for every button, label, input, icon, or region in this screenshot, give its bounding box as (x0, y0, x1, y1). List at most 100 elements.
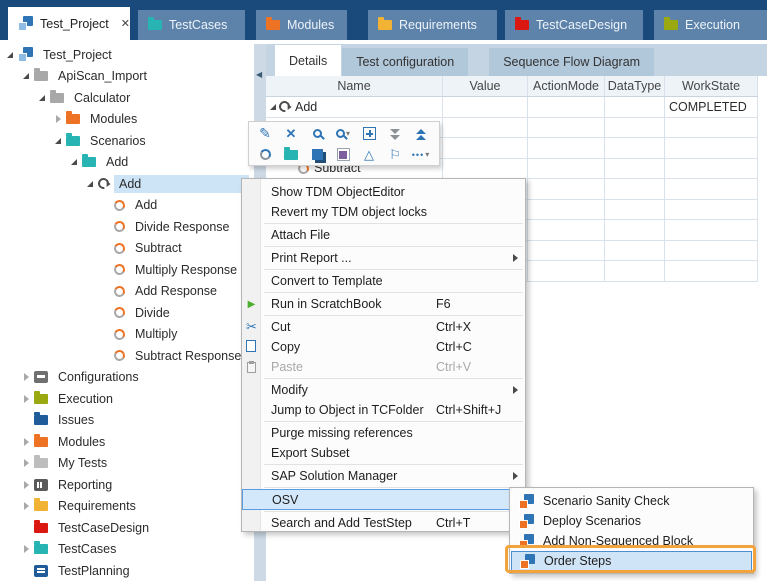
submenu-item-scenario-sanity-check[interactable]: Scenario Sanity Check (510, 491, 753, 511)
tree-row-multiply[interactable]: Multiply (0, 324, 252, 346)
tree-row-subtract-response[interactable]: Subtract Response (0, 345, 252, 367)
menu-item-export-subset[interactable]: Export Subset (242, 443, 525, 463)
folder-icon (266, 20, 280, 30)
tree-row-divide-response[interactable]: Divide Response (0, 216, 252, 238)
more-options-icon[interactable]: •••▾ (408, 145, 434, 165)
menu-separator (264, 269, 523, 270)
menu-item-paste[interactable]: Paste Ctrl+V (242, 357, 525, 377)
menu-item-revert-tdm-locks[interactable]: Revert my TDM object locks (242, 202, 525, 222)
tree-row-testcases[interactable]: TestCases (0, 539, 252, 561)
expand-closed-icon[interactable] (20, 545, 32, 553)
tree-row-execution[interactable]: Execution (0, 388, 252, 410)
menu-item-search-and-add-teststep[interactable]: Search and Add TestStep Ctrl+T (242, 513, 525, 533)
submenu-item-deploy-scenarios[interactable]: Deploy Scenarios (510, 511, 753, 531)
expand-closed-icon[interactable] (20, 395, 32, 403)
refresh-icon (113, 285, 126, 298)
cell-value (443, 97, 528, 117)
expand-open-icon[interactable] (68, 159, 80, 165)
expand-open-icon[interactable] (84, 181, 96, 187)
menu-item-jump-to-object[interactable]: Jump to Object in TCFolder Ctrl+Shift+J (242, 400, 525, 420)
menu-item-convert-to-template[interactable]: Convert to Template (242, 271, 525, 291)
tree-row-my-tests[interactable]: My Tests (0, 453, 252, 475)
tree-row-add-selected[interactable]: Add (0, 173, 252, 195)
menu-item-show-tdm-objecteditor[interactable]: Show TDM ObjectEditor (242, 182, 525, 202)
column-header-workstate[interactable]: WorkState (665, 76, 758, 96)
tree-row-scenarios[interactable]: Scenarios (0, 130, 252, 152)
window-tab-testcasedesign[interactable]: TestCaseDesign (505, 10, 643, 40)
tab-test-configuration[interactable]: Test configuration (342, 48, 468, 76)
window-tab-execution[interactable]: Execution (654, 10, 767, 40)
expand-open-icon[interactable] (36, 95, 48, 101)
tree-row-subtract[interactable]: Subtract (0, 238, 252, 260)
search-dropdown-icon[interactable]: ▾ (330, 124, 356, 144)
expand-closed-icon[interactable] (20, 502, 32, 510)
tree-row-label: Calculator (69, 89, 135, 107)
expand-closed-icon[interactable] (52, 115, 64, 123)
tree-row-testplanning[interactable]: TestPlanning (0, 560, 252, 581)
tree-row-add-folder[interactable]: Add (0, 152, 252, 174)
expand-open-icon[interactable] (270, 104, 276, 110)
close-tab-icon[interactable]: ✕ (121, 17, 130, 30)
embedded-module-icon[interactable] (330, 145, 356, 165)
window-tab-requirements[interactable]: Requirements (368, 10, 497, 40)
column-header-name[interactable]: Name (266, 76, 443, 96)
delete-icon[interactable]: ✕ (278, 124, 304, 144)
table-row-add[interactable]: Add COMPLETED (266, 97, 758, 118)
submenu-item-add-non-sequenced-block[interactable]: Add Non-Sequenced Block (510, 531, 753, 551)
expand-closed-icon[interactable] (20, 373, 32, 381)
collapse-all-icon[interactable] (382, 124, 408, 144)
expand-open-icon[interactable] (20, 73, 32, 79)
tree-row-apiscan-import[interactable]: ApiScan_Import (0, 66, 252, 88)
menu-item-osv[interactable]: OSV (242, 489, 525, 510)
redo-icon (96, 176, 111, 191)
tree-row-configurations[interactable]: Configurations (0, 367, 252, 389)
menu-item-attach-file[interactable]: Attach File (242, 225, 525, 245)
menu-item-print-report[interactable]: Print Report ... (242, 248, 525, 268)
tree-row-modules[interactable]: Modules (0, 109, 252, 131)
expand-closed-icon[interactable] (20, 438, 32, 446)
tree-row-label: Subtract (130, 239, 187, 257)
submenu-item-order-steps[interactable]: Order Steps (511, 551, 752, 571)
expand-all-icon[interactable] (408, 124, 434, 144)
expand-closed-icon[interactable] (20, 459, 32, 467)
tree-row-add-response[interactable]: Add Response (0, 281, 252, 303)
tree-row-modules-root[interactable]: Modules (0, 431, 252, 453)
tree-row-calculator[interactable]: Calculator (0, 87, 252, 109)
tree-row-divide[interactable]: Divide (0, 302, 252, 324)
window-tab-testcases[interactable]: TestCases (138, 10, 245, 40)
column-header-actionmode[interactable]: ActionMode (528, 76, 605, 96)
edit-icon[interactable]: ✎ (252, 124, 278, 144)
tree-row-test-project[interactable]: Test_Project (0, 44, 252, 66)
window-tab-modules[interactable]: Modules (256, 10, 347, 40)
tree-row-testcasedesign[interactable]: TestCaseDesign (0, 517, 252, 539)
menu-item-cut[interactable]: ✂ Cut Ctrl+X (242, 317, 525, 337)
tree-row-add-step[interactable]: Add (0, 195, 252, 217)
menu-item-purge-missing-references[interactable]: Purge missing references (242, 423, 525, 443)
window-tab-test-project[interactable]: Test_Project ✕ (8, 7, 130, 40)
folder-teal-icon[interactable] (278, 145, 304, 165)
column-header-datatype[interactable]: DataType (605, 76, 665, 96)
menu-item-modify[interactable]: Modify (242, 380, 525, 400)
tab-sequence-flow-diagram[interactable]: Sequence Flow Diagram (489, 48, 654, 76)
polygon-icon[interactable]: △ (356, 145, 382, 165)
tree-row-reporting[interactable]: Reporting (0, 474, 252, 496)
tree-row-issues[interactable]: Issues (0, 410, 252, 432)
reporting-icon (34, 479, 48, 491)
layers-icon[interactable] (304, 145, 330, 165)
tree-row-multiply-response[interactable]: Multiply Response (0, 259, 252, 281)
search-icon[interactable] (304, 124, 330, 144)
expand-open-icon[interactable] (52, 138, 64, 144)
submenu-arrow-icon (513, 472, 518, 480)
flag-icon[interactable]: ⚐ (382, 145, 408, 165)
tree-row-requirements[interactable]: Requirements (0, 496, 252, 518)
menu-item-sap-solution-manager[interactable]: SAP Solution Manager (242, 466, 525, 486)
expand-closed-icon[interactable] (20, 481, 32, 489)
menu-item-copy[interactable]: Copy Ctrl+C (242, 337, 525, 357)
menu-item-run-in-scratchbook[interactable]: ▶ Run in ScratchBook F6 (242, 294, 525, 314)
expand-open-icon[interactable] (4, 52, 16, 58)
column-header-value[interactable]: Value (443, 76, 528, 96)
expand-box-icon[interactable] (356, 124, 382, 144)
tab-details[interactable]: Details (275, 45, 341, 76)
window-tab-bar: Test_Project ✕ TestCases Modules Require… (0, 0, 767, 40)
sync-icon[interactable] (252, 145, 278, 165)
